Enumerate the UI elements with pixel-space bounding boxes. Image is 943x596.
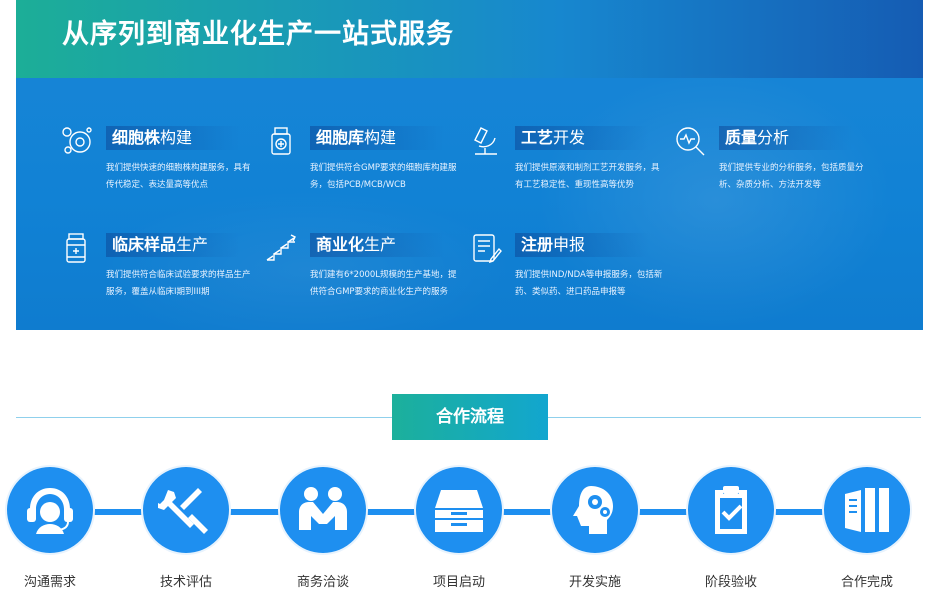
step-business[interactable] <box>280 467 366 553</box>
service-clinical-sample[interactable]: 临床样品生产 我们提供符合临床试验要求的样品生产服务，覆盖从临床I期到III期 <box>60 231 260 311</box>
service-name: 细胞株构建 <box>106 126 240 150</box>
process-title: 合作流程 <box>392 394 548 440</box>
service-name: 细胞库构建 <box>310 126 444 150</box>
step-label: 技术评估 <box>159 575 212 590</box>
service-desc: 我们提供符合临床试验要求的样品生产服务，覆盖从临床I期到III期 <box>106 270 251 297</box>
document-pen-icon <box>469 231 503 265</box>
service-commercial[interactable]: 商业化生产 我们建有6*2000L规模的生产基地，提供符合GMP要求的商业化生产… <box>264 231 464 311</box>
cell-line-icon <box>60 124 94 158</box>
service-desc: 我们提供原液和制剂工艺开发服务，具有工艺稳定性、重现性高等优势 <box>515 163 660 190</box>
service-name: 临床样品生产 <box>106 233 240 257</box>
step-label: 合作完成 <box>840 575 893 590</box>
cell-bank-icon <box>264 124 298 158</box>
service-desc: 我们提供符合GMP要求的细胞库构建服务，包括PCB/MCB/WCB <box>310 163 457 190</box>
service-cell-bank[interactable]: 细胞库构建 我们提供符合GMP要求的细胞库构建服务，包括PCB/MCB/WCB <box>264 124 464 204</box>
stairs-icon <box>264 231 298 265</box>
step-label: 开发实施 <box>568 575 621 590</box>
service-desc: 我们提供IND/NDA等申报服务，包括新药、类似药、进口药品申报等 <box>515 270 663 297</box>
microscope-icon <box>469 124 503 158</box>
service-desc: 我们建有6*2000L规模的生产基地，提供符合GMP要求的商业化生产的服务 <box>310 270 457 297</box>
handshake-icon <box>299 487 347 530</box>
head-gears-icon <box>573 486 613 534</box>
headset-icon <box>27 488 73 534</box>
step-label: 项目启动 <box>432 575 485 590</box>
service-process-dev[interactable]: 工艺开发 我们提供原液和制剂工艺开发服务，具有工艺稳定性、重现性高等优势 <box>469 124 669 204</box>
step-communicate[interactable] <box>7 467 93 553</box>
step-project-start[interactable] <box>416 467 502 553</box>
step-tech-eval[interactable] <box>143 467 229 553</box>
step-label: 沟通需求 <box>23 575 76 590</box>
service-name: 商业化生产 <box>310 233 444 257</box>
service-desc: 我们提供快速的细胞株构建服务，具有传代稳定、表达量高等优点 <box>106 163 251 190</box>
step-development[interactable] <box>552 467 638 553</box>
service-cell-line[interactable]: 细胞株构建 我们提供快速的细胞株构建服务，具有传代稳定、表达量高等优点 <box>60 124 260 204</box>
step-complete[interactable] <box>824 467 910 553</box>
service-quality[interactable]: 质量分析 我们提供专业的分析服务，包括质量分析、杂质分析、方法开发等 <box>673 124 873 204</box>
service-name: 工艺开发 <box>515 126 649 150</box>
tray-icon <box>435 490 483 532</box>
complete-icon <box>845 488 889 532</box>
sample-bottle-icon <box>60 231 94 265</box>
services-banner: 从序列到商业化生产一站式服务 细胞株构建 我们提供快速的细胞株构建服务，具有传代… <box>16 0 923 330</box>
service-name: 注册申报 <box>515 233 649 257</box>
step-label: 商务洽谈 <box>296 575 349 590</box>
service-name: 质量分析 <box>719 126 853 150</box>
step-label: 阶段验收 <box>704 575 757 590</box>
tools-icon <box>158 488 208 534</box>
service-desc: 我们提供专业的分析服务，包括质量分析、杂质分析、方法开发等 <box>719 163 864 190</box>
clipboard-check-icon <box>715 486 747 534</box>
analysis-icon <box>673 124 707 158</box>
banner-title: 从序列到商业化生产一站式服务 <box>62 19 454 50</box>
service-registration[interactable]: 注册申报 我们提供IND/NDA等申报服务，包括新药、类似药、进口药品申报等 <box>469 231 669 311</box>
step-acceptance[interactable] <box>688 467 774 553</box>
